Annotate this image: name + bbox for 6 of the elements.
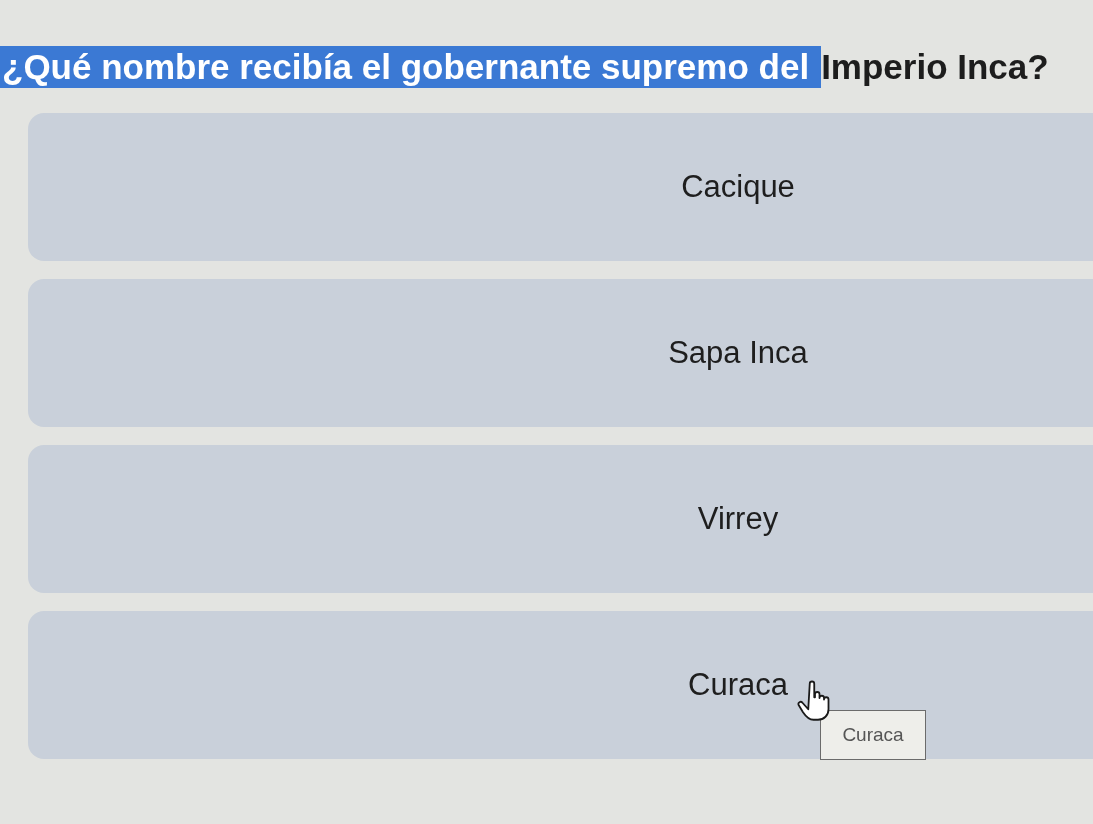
- answer-option[interactable]: Sapa Inca: [28, 279, 1093, 427]
- tooltip: Curaca: [820, 710, 926, 760]
- answer-option[interactable]: Virrey: [28, 445, 1093, 593]
- selected-question-text: ¿Qué nombre recibía el gobernante supremo del: [0, 46, 822, 88]
- answer-option[interactable]: Cacique: [28, 113, 1093, 261]
- question-text: Imperio Inca?: [821, 46, 1049, 88]
